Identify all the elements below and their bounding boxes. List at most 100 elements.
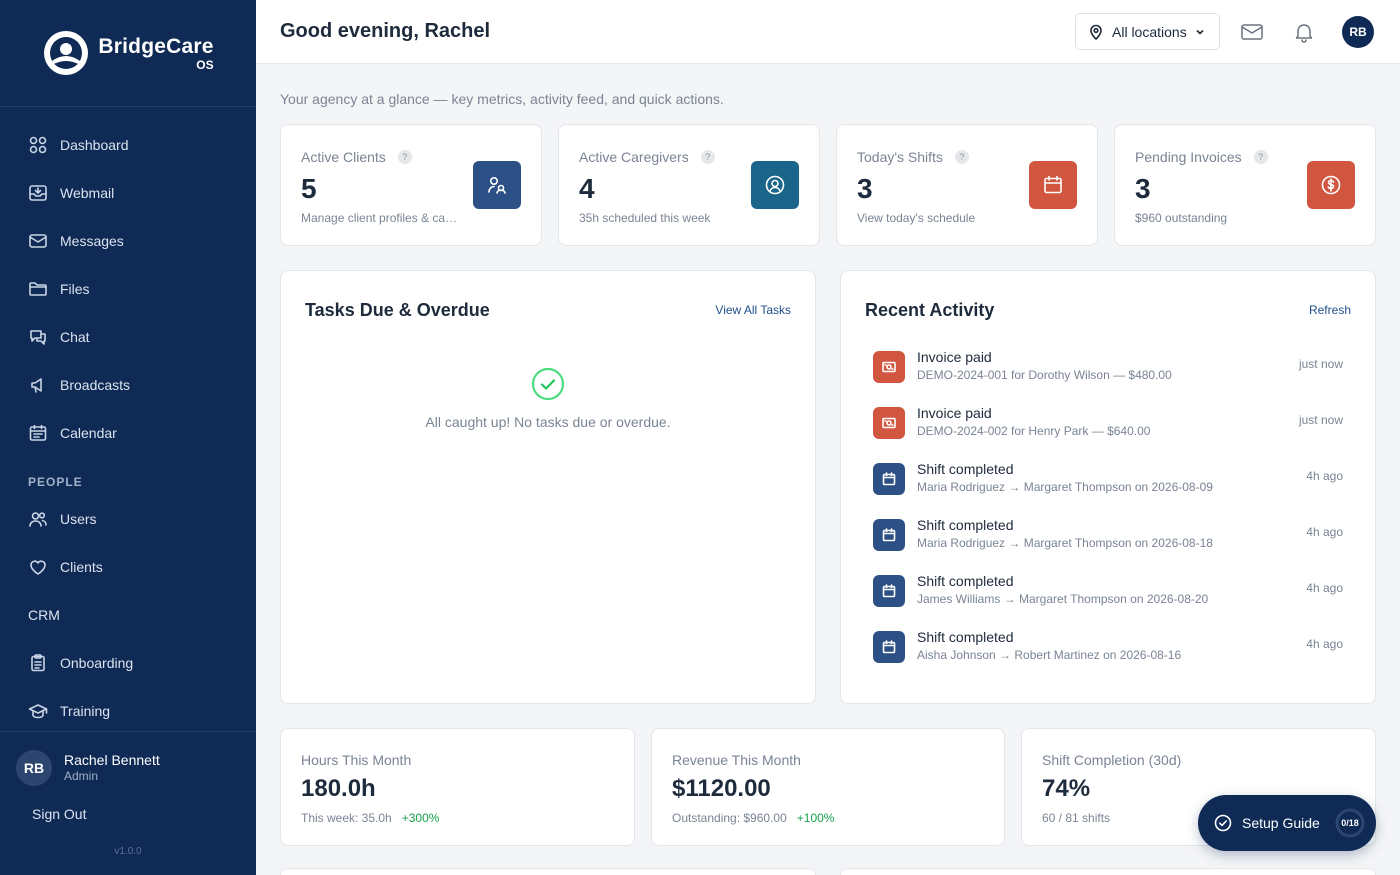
activity-title-text: Invoice paid	[917, 349, 992, 365]
location-select[interactable]: All locations	[1075, 13, 1220, 50]
setup-progress-count: 0/18	[1341, 818, 1359, 828]
sidebar-item-webmail[interactable]: Webmail	[0, 169, 256, 217]
refresh-activity-link[interactable]: Refresh	[1309, 303, 1351, 317]
sidebar-item-users[interactable]: Users	[0, 495, 256, 543]
activity-icon-box	[873, 519, 905, 551]
sidebar-item-label: Users	[60, 511, 97, 527]
stat-card-todays-shifts[interactable]: Today's Shifts? 3 View today's schedule	[836, 124, 1098, 246]
help-icon[interactable]: ?	[397, 150, 412, 164]
activity-item[interactable]: Invoice paid DEMO-2024-001 for Dorothy W…	[873, 349, 1343, 405]
calendar-icon	[1044, 175, 1062, 194]
sidebar-item-chat[interactable]: Chat	[0, 313, 256, 361]
activity-title-text: Invoice paid	[917, 405, 992, 421]
activity-icon-box	[873, 407, 905, 439]
graduation-cap-icon	[28, 704, 48, 719]
activity-item[interactable]: Shift completed Maria Rodriguez → Margar…	[873, 517, 1343, 573]
check-circle-icon	[531, 367, 565, 401]
view-all-tasks-link[interactable]: View All Tasks	[715, 303, 791, 317]
dollar-icon	[1321, 175, 1341, 195]
brand-name: BridgeCare	[98, 34, 214, 58]
calendar-icon	[882, 640, 896, 654]
activity-title: Recent Activity	[865, 300, 995, 320]
stat-value: 3	[857, 173, 873, 204]
activity-title-text: Shift completed	[917, 461, 1014, 477]
activity-title-text: Shift completed	[917, 629, 1014, 645]
stat-icon-box	[1029, 161, 1077, 209]
sidebar-item-label: Dashboard	[60, 137, 129, 153]
sidebar-item-onboarding[interactable]: Onboarding	[0, 639, 256, 687]
page-title: Good evening, Rachel	[280, 20, 491, 42]
page-subtitle: Your agency at a glance — key metrics, a…	[280, 91, 724, 107]
calendar-icon	[882, 584, 896, 598]
brand[interactable]: BridgeCare OS	[0, 0, 256, 107]
metric-value: 74%	[1042, 775, 1091, 802]
sidebar-item-label: Training	[60, 703, 111, 719]
sidebar-item-messages[interactable]: Messages	[0, 217, 256, 265]
stat-card-active-clients[interactable]: Active Clients? 5 Manage client profiles…	[280, 124, 542, 246]
help-icon[interactable]: ?	[1253, 150, 1268, 164]
activity-icon-box	[873, 575, 905, 607]
activity-item[interactable]: Shift completed Maria Rodriguez → Margar…	[873, 461, 1343, 517]
metric-card-revenue[interactable]: Revenue This Month $1120.00 Outstanding:…	[651, 728, 1005, 846]
header-avatar[interactable]: RB	[1342, 16, 1374, 48]
stat-icon-box	[473, 161, 521, 209]
metric-change: +100%	[796, 811, 835, 825]
activity-desc: DEMO-2024-001 for Dorothy Wilson — $480.…	[917, 368, 1172, 382]
metric-label: Hours This Month	[301, 752, 412, 768]
metric-change: +300%	[401, 811, 440, 825]
check-circle-icon	[1214, 814, 1232, 832]
bell-icon[interactable]	[1292, 20, 1316, 44]
stat-label: Today's Shifts	[857, 149, 943, 165]
heart-icon	[30, 560, 46, 575]
sidebar-item-training[interactable]: Training	[0, 687, 256, 735]
sidebar-section-people: PEOPLE	[28, 475, 83, 489]
tasks-empty-message: All caught up! No tasks due or overdue.	[425, 414, 671, 430]
sidebar-item-crm[interactable]: CRM	[0, 591, 256, 639]
stat-label: Pending Invoices	[1135, 149, 1242, 165]
sidebar-item-clients[interactable]: Clients	[0, 543, 256, 591]
chat-icon	[30, 330, 46, 345]
inbox-icon	[29, 185, 47, 201]
stat-sub: $960 outstanding	[1135, 211, 1228, 225]
app-version: v1.0.0	[114, 846, 142, 857]
stat-card-pending-invoices[interactable]: Pending Invoices? 3 $960 outstanding	[1114, 124, 1376, 246]
sidebar-item-label: Broadcasts	[60, 377, 131, 393]
stat-sub: View today's schedule	[857, 211, 976, 225]
help-icon[interactable]: ?	[954, 150, 969, 164]
sidebar-item-calendar[interactable]: Calendar	[0, 409, 256, 457]
grid-icon	[29, 136, 47, 154]
map-pin-icon	[1090, 24, 1102, 40]
chevron-down-icon	[1196, 29, 1204, 35]
sidebar-item-broadcasts[interactable]: Broadcasts	[0, 361, 256, 409]
activity-icon-box	[873, 351, 905, 383]
activity-item[interactable]: Shift completed Aisha Johnson → Robert M…	[873, 629, 1343, 685]
user-profile[interactable]: RB Rachel Bennett Admin	[0, 732, 256, 786]
help-icon[interactable]: ?	[700, 150, 715, 164]
stat-card-active-caregivers[interactable]: Active Caregivers? 4 35h scheduled this …	[558, 124, 820, 246]
activity-item[interactable]: Shift completed James Williams → Margare…	[873, 573, 1343, 629]
sidebar-item-dashboard[interactable]: Dashboard	[0, 121, 256, 169]
stat-sub: Manage client profiles & care plans	[301, 211, 461, 225]
metric-sub: This week: 35.0h	[301, 811, 392, 825]
setup-guide-button[interactable]: Setup Guide 0/18	[1198, 795, 1376, 851]
user-role: Admin	[64, 769, 99, 784]
stat-label: Active Caregivers	[579, 149, 689, 165]
metric-card-hours[interactable]: Hours This Month 180.0h This week: 35.0h…	[280, 728, 635, 846]
folder-icon	[29, 282, 47, 296]
mail-icon[interactable]	[1240, 20, 1264, 44]
receipt-icon	[882, 361, 896, 373]
bridgecare-logo-icon	[44, 31, 89, 75]
activity-desc: Maria Rodriguez → Margaret Thompson on 2…	[917, 480, 1213, 494]
bottom-card-left	[280, 868, 816, 875]
receipt-icon	[882, 417, 896, 429]
activity-time: 4h ago	[1306, 581, 1343, 595]
activity-time: just now	[1298, 357, 1343, 371]
metric-value: $1120.00	[672, 775, 771, 802]
activity-icon-box	[873, 631, 905, 663]
top-header: Good evening, Rachel All locations RB	[256, 0, 1400, 64]
clipboard-icon	[31, 654, 45, 672]
brand-sub: OS	[196, 57, 214, 72]
sign-out-link[interactable]: Sign Out	[32, 806, 86, 822]
sidebar-item-files[interactable]: Files	[0, 265, 256, 313]
activity-item[interactable]: Invoice paid DEMO-2024-002 for Henry Par…	[873, 405, 1343, 461]
